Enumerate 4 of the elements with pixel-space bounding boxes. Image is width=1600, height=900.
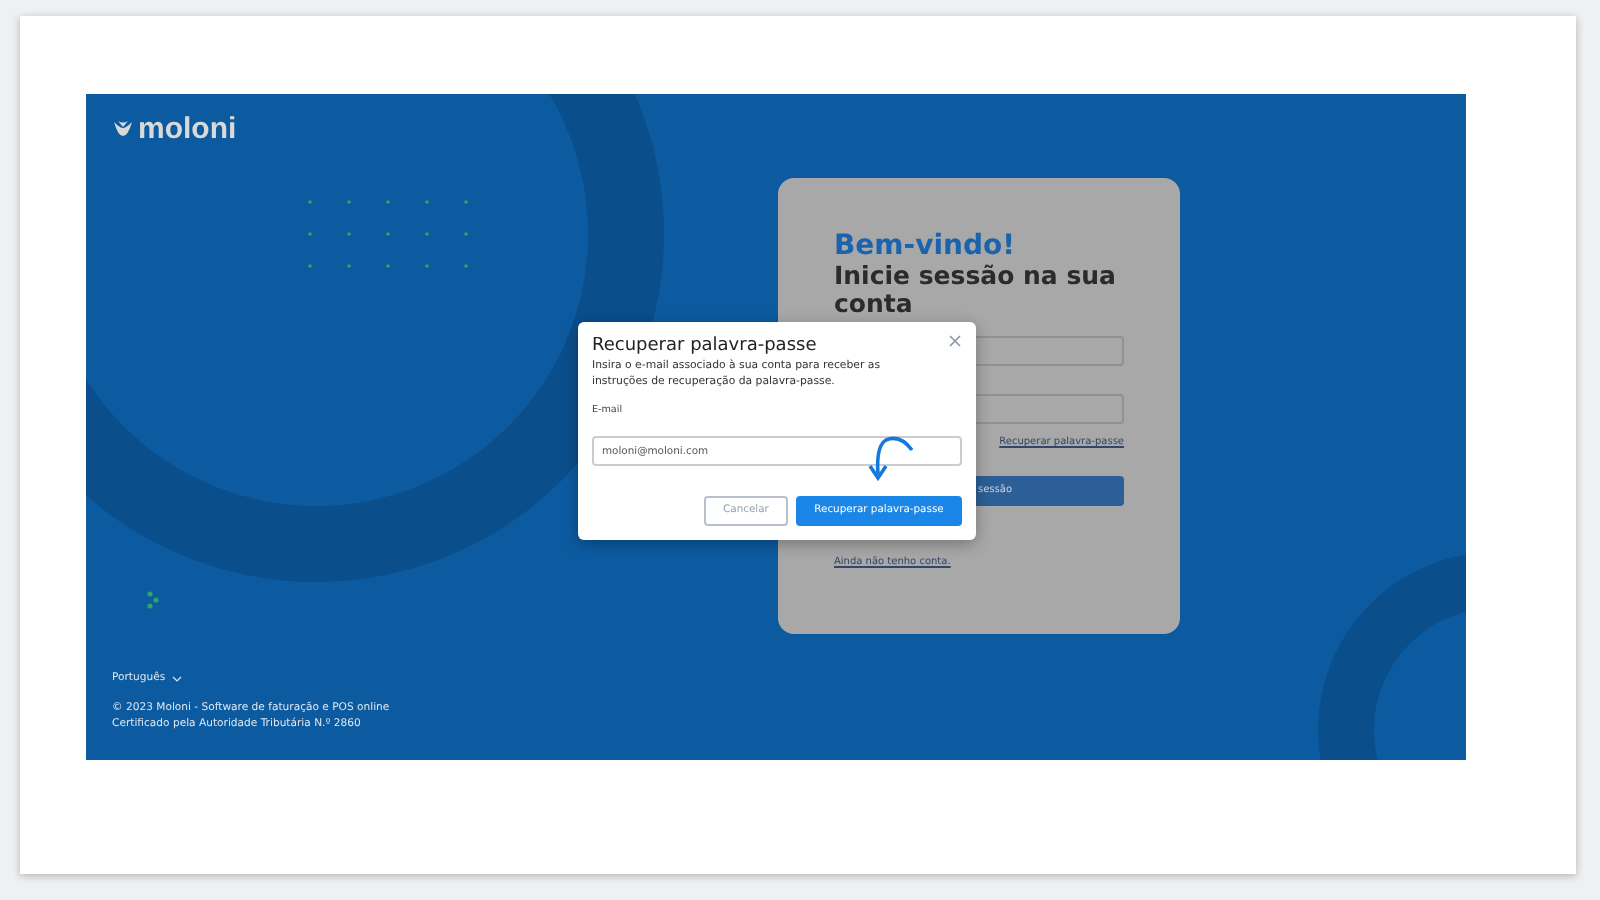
welcome-heading: Bem-vindo! <box>834 232 1017 263</box>
dialog-title: Recuperar palavra-passe <box>592 336 817 358</box>
login-heading: Inicie sessão na sua conta <box>834 262 1118 318</box>
brand-logo-text: moloni <box>138 114 237 144</box>
